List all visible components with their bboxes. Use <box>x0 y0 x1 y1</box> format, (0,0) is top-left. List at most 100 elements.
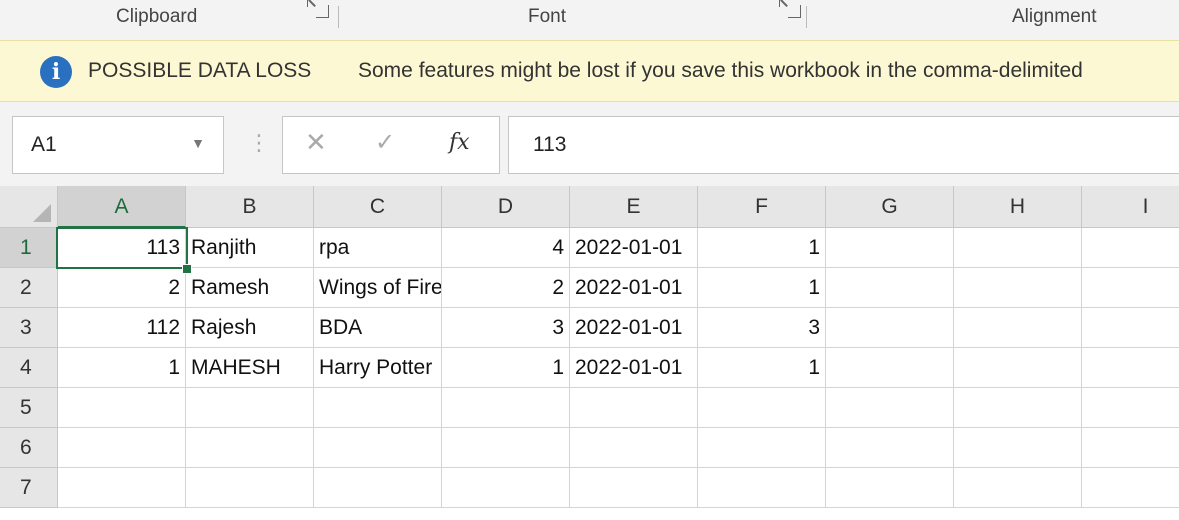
cell-g3[interactable] <box>826 308 954 348</box>
cell-b6[interactable] <box>186 428 314 468</box>
cell-f1[interactable]: 1 <box>698 228 826 268</box>
cell-d3[interactable]: 3 <box>442 308 570 348</box>
cell-b5[interactable] <box>186 388 314 428</box>
row-header-2[interactable]: 2 <box>0 268 58 308</box>
cell-g7[interactable] <box>826 468 954 508</box>
cell-i5[interactable] <box>1082 388 1179 428</box>
row-header-1[interactable]: 1 <box>0 228 58 268</box>
cell-d7[interactable] <box>442 468 570 508</box>
row-header-6[interactable]: 6 <box>0 428 58 468</box>
cell-e2[interactable]: 2022-01-01 <box>570 268 698 308</box>
cell-b4[interactable]: MAHESH <box>186 348 314 388</box>
chevron-down-icon[interactable]: ▼ <box>191 135 205 151</box>
fill-handle[interactable] <box>182 264 192 274</box>
cell-h2[interactable] <box>954 268 1082 308</box>
cell-e5[interactable] <box>570 388 698 428</box>
insert-function-icon[interactable]: fx <box>449 130 470 155</box>
cell-f4[interactable]: 1 <box>698 348 826 388</box>
select-all-icon <box>33 204 51 222</box>
column-header-e[interactable]: E <box>570 186 698 228</box>
column-header-c[interactable]: C <box>314 186 442 228</box>
cell-c2[interactable]: Wings of Fire <box>314 268 442 308</box>
cell-i4[interactable] <box>1082 348 1179 388</box>
cell-h4[interactable] <box>954 348 1082 388</box>
ribbon-group-separator <box>806 6 807 28</box>
cell-a6[interactable] <box>58 428 186 468</box>
column-header-d[interactable]: D <box>442 186 570 228</box>
cell-h7[interactable] <box>954 468 1082 508</box>
ribbon-group-separator <box>338 6 339 28</box>
formula-bar-buttons: ✕ ✓ fx <box>282 116 500 174</box>
cell-h3[interactable] <box>954 308 1082 348</box>
cell-d5[interactable] <box>442 388 570 428</box>
cell-g2[interactable] <box>826 268 954 308</box>
cell-c5[interactable] <box>314 388 442 428</box>
cell-f3[interactable]: 3 <box>698 308 826 348</box>
formula-value: 113 <box>533 133 567 156</box>
cell-e4[interactable]: 2022-01-01 <box>570 348 698 388</box>
message-bar: i POSSIBLE DATA LOSS Some features might… <box>0 40 1179 102</box>
cell-c3[interactable]: BDA <box>314 308 442 348</box>
cell-e6[interactable] <box>570 428 698 468</box>
formula-bar-resize-handle-icon[interactable]: ⋮ <box>248 130 270 156</box>
cell-g1[interactable] <box>826 228 954 268</box>
cell-c4[interactable]: Harry Potter <box>314 348 442 388</box>
cell-f5[interactable] <box>698 388 826 428</box>
cell-a2[interactable]: 2 <box>58 268 186 308</box>
cell-b3[interactable]: Rajesh <box>186 308 314 348</box>
cell-b7[interactable] <box>186 468 314 508</box>
cell-a1[interactable]: 113 <box>58 228 186 268</box>
cell-c1[interactable]: rpa <box>314 228 442 268</box>
cell-a3[interactable]: 112 <box>58 308 186 348</box>
cell-i7[interactable] <box>1082 468 1179 508</box>
row-header-4[interactable]: 4 <box>0 348 58 388</box>
font-dialog-launcher-icon[interactable] <box>779 0 801 18</box>
column-header-a[interactable]: A <box>58 186 186 228</box>
cancel-icon[interactable]: ✕ <box>305 127 327 158</box>
column-header-h[interactable]: H <box>954 186 1082 228</box>
cell-i3[interactable] <box>1082 308 1179 348</box>
column-header-i[interactable]: I <box>1082 186 1179 228</box>
column-header-f[interactable]: F <box>698 186 826 228</box>
cell-b2[interactable]: Ramesh <box>186 268 314 308</box>
cell-g6[interactable] <box>826 428 954 468</box>
select-all-button[interactable] <box>0 186 58 228</box>
cell-e7[interactable] <box>570 468 698 508</box>
cell-g4[interactable] <box>826 348 954 388</box>
cell-d6[interactable] <box>442 428 570 468</box>
cell-i2[interactable] <box>1082 268 1179 308</box>
cell-a5[interactable] <box>58 388 186 428</box>
cell-i1[interactable] <box>1082 228 1179 268</box>
cell-h1[interactable] <box>954 228 1082 268</box>
cell-e3[interactable]: 2022-01-01 <box>570 308 698 348</box>
ribbon-group-clipboard-label: Clipboard <box>116 6 198 27</box>
cell-f2[interactable]: 1 <box>698 268 826 308</box>
cell-b1[interactable]: Ranjith <box>186 228 314 268</box>
spreadsheet-grid[interactable]: A B C D E F G H I 1 113 Ranjith rpa 4 2022-01-01 1 2 2 Ram… <box>0 186 1179 520</box>
cell-f7[interactable] <box>698 468 826 508</box>
cell-i6[interactable] <box>1082 428 1179 468</box>
formula-input[interactable]: 113 <box>508 116 1179 174</box>
cell-h6[interactable] <box>954 428 1082 468</box>
cell-d2[interactable]: 2 <box>442 268 570 308</box>
cell-g5[interactable] <box>826 388 954 428</box>
row-header-3[interactable]: 3 <box>0 308 58 348</box>
cell-a4[interactable]: 1 <box>58 348 186 388</box>
name-box[interactable]: A1 ▼ <box>12 116 224 174</box>
column-header-b[interactable]: B <box>186 186 314 228</box>
message-bar-text: Some features might be lost if you save … <box>358 59 1083 82</box>
ribbon-group-labels: Clipboard Font Alignment <box>0 0 1179 38</box>
column-header-g[interactable]: G <box>826 186 954 228</box>
cell-d4[interactable]: 1 <box>442 348 570 388</box>
cell-a7[interactable] <box>58 468 186 508</box>
enter-checkmark-icon[interactable]: ✓ <box>375 128 395 157</box>
cell-c6[interactable] <box>314 428 442 468</box>
cell-c7[interactable] <box>314 468 442 508</box>
row-header-5[interactable]: 5 <box>0 388 58 428</box>
cell-f6[interactable] <box>698 428 826 468</box>
cell-e1[interactable]: 2022-01-01 <box>570 228 698 268</box>
cell-d1[interactable]: 4 <box>442 228 570 268</box>
cell-h5[interactable] <box>954 388 1082 428</box>
row-header-7[interactable]: 7 <box>0 468 58 508</box>
clipboard-dialog-launcher-icon[interactable] <box>307 0 329 18</box>
